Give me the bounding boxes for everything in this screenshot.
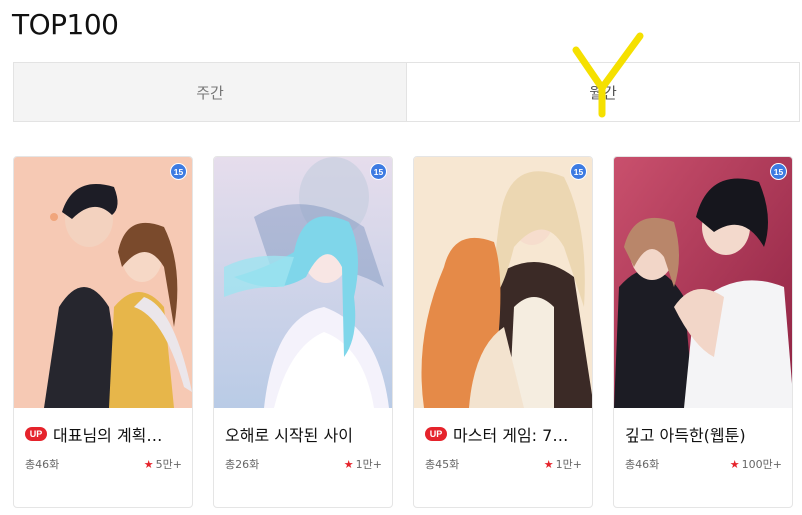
episode-count: 총26화	[225, 458, 260, 471]
comic-thumbnail[interactable]: 15	[614, 157, 792, 408]
cover-illustration	[214, 157, 392, 408]
comic-card[interactable]: 15 UP 대표님의 계획… 총46화 ★ 5만+	[13, 156, 193, 508]
age-rating-badge: 15	[170, 163, 187, 180]
star-icon: ★	[543, 457, 554, 471]
comic-thumbnail[interactable]: 15	[214, 157, 392, 408]
comic-title[interactable]: 오해로 시작된 사이	[225, 422, 353, 446]
view-count-value: 5만+	[155, 458, 182, 471]
comic-thumbnail[interactable]: 15	[414, 157, 592, 408]
cover-illustration	[614, 157, 792, 408]
view-count: ★ 5만+	[144, 456, 182, 472]
cover-illustration	[14, 157, 192, 408]
view-count-value: 1만+	[355, 458, 382, 471]
comic-title[interactable]: 깊고 아득한(웹툰)	[625, 422, 746, 446]
view-count: ★ 1만+	[344, 456, 382, 472]
star-icon: ★	[143, 457, 154, 471]
top100-card-list: 15 UP 대표님의 계획… 총46화 ★ 5만+ 15 오해로 시작된 사이 …	[13, 156, 800, 508]
up-badge: UP	[425, 427, 447, 441]
comic-title[interactable]: 대표님의 계획…	[53, 422, 162, 446]
page-title: TOP100	[12, 8, 119, 41]
star-icon: ★	[343, 457, 354, 471]
comic-card[interactable]: 15 UP 마스터 게임: 7… 총45화 ★ 1만+	[413, 156, 593, 508]
view-count: ★ 100만+	[730, 456, 782, 472]
view-count-value: 1만+	[555, 458, 582, 471]
tab-monthly[interactable]: 월간	[407, 63, 799, 121]
comic-thumbnail[interactable]: 15	[14, 157, 192, 408]
age-rating-badge: 15	[370, 163, 387, 180]
age-rating-badge: 15	[770, 163, 787, 180]
view-count-value: 100만+	[741, 458, 782, 471]
comic-title[interactable]: 마스터 게임: 7…	[453, 422, 568, 446]
up-badge: UP	[25, 427, 47, 441]
tab-weekly[interactable]: 주간	[14, 63, 407, 121]
view-count: ★ 1만+	[544, 456, 582, 472]
episode-count: 총46화	[25, 458, 60, 471]
episode-count: 총46화	[625, 458, 660, 471]
episode-count: 총45화	[425, 458, 460, 471]
star-icon: ★	[729, 457, 740, 471]
comic-card[interactable]: 15 깊고 아득한(웹툰) 총46화 ★ 100만+	[613, 156, 793, 508]
period-tabs: 주간 월간	[13, 62, 800, 122]
age-rating-badge: 15	[570, 163, 587, 180]
comic-card[interactable]: 15 오해로 시작된 사이 총26화 ★ 1만+	[213, 156, 393, 508]
cover-illustration	[414, 157, 592, 408]
